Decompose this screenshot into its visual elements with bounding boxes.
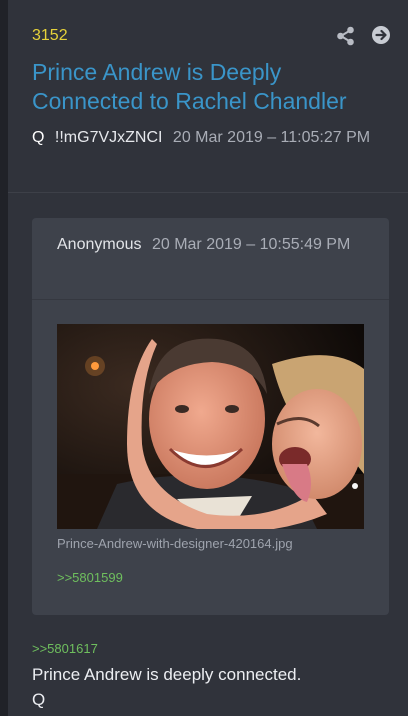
quoted-post-date: 20 Mar 2019 – 10:55:49 PM [151,236,351,253]
post-title[interactable]: Prince Andrew is Deeply Connected to Rac… [32,58,372,116]
post-author: Q [32,129,45,146]
post-author-line: Q !!mG7VJxZNCI 20 Mar 2019 – 11:05:27 PM [32,125,382,151]
quoted-post-header: Anonymous 20 Mar 2019 – 10:55:49 PM [32,218,389,300]
share-icon[interactable] [336,26,356,46]
left-gutter [0,0,8,716]
post-number[interactable]: 3152 [32,27,68,45]
q-post: 3152 Prince Andrew is Deeply Connected t… [8,0,408,716]
reply-text: Prince Andrew is deeply connected. Q [32,662,301,712]
post-date: 20 Mar 2019 – 11:05:27 PM [172,129,371,146]
post-header: 3152 Prince Andrew is Deeply Connected t… [8,0,408,193]
reply-reference-link[interactable]: >>5801617 [32,641,98,656]
arrow-right-circle-icon[interactable] [371,25,391,45]
quoted-post-card: Anonymous 20 Mar 2019 – 10:55:49 PM Prin… [32,218,389,615]
quoted-post-author: Anonymous [57,236,142,253]
quoted-post-author-line: Anonymous 20 Mar 2019 – 10:55:49 PM [57,232,377,258]
reply-signature: Q [32,690,46,709]
post-tripcode: !!mG7VJxZNCI [54,129,163,146]
attachment-photo-illustration [57,324,364,529]
attachment-image[interactable] [57,324,364,529]
page: 3152 Prince Andrew is Deeply Connected t… [0,0,408,716]
quoted-post-reference-link[interactable]: >>5801599 [57,570,123,585]
attachment-filename[interactable]: Prince-Andrew-with-designer-420164.jpg [57,536,293,551]
reply-text-line: Prince Andrew is deeply connected. [32,665,302,684]
